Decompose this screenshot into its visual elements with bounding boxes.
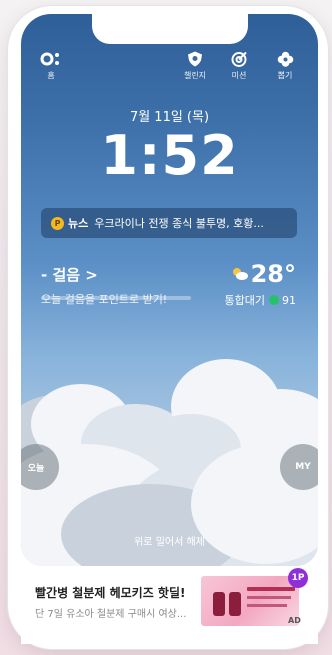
target-icon: [231, 51, 247, 67]
my-button[interactable]: MY: [280, 444, 318, 490]
product-bottle-image: [213, 592, 225, 616]
ad-thumbnail[interactable]: [201, 576, 299, 626]
home-label: 홈: [47, 71, 55, 80]
ad-description: 단 7일 유소아 철분제 구매시 여상...: [35, 609, 187, 620]
notch: [92, 14, 248, 44]
profile-toggle-icon: [40, 52, 59, 66]
mission-label: 미션: [231, 71, 247, 80]
smile-face-icon: [269, 295, 279, 305]
steps-widget[interactable]: - 걸음 > 오늘 걸음을 포인트로 받기!: [41, 264, 167, 307]
air-quality-label: 통합대기: [224, 294, 265, 307]
ad-image-text: [247, 604, 287, 607]
lock-time: 1:52: [100, 124, 239, 187]
air-quality-value: 91: [282, 293, 296, 307]
lock-date: 7월 11일 (목): [129, 110, 210, 125]
news-headline: 우크라이나 전쟁 종식 불투명, 호황...: [94, 217, 264, 230]
ad-image-text: [247, 587, 295, 591]
ad-mark: AD: [288, 616, 301, 625]
lottery-button[interactable]: 뽑기: [267, 50, 303, 81]
point-badge: 1P: [288, 568, 308, 588]
partly-cloudy-icon: [232, 268, 248, 280]
mission-button[interactable]: 미션: [221, 50, 257, 81]
news-ticker[interactable]: P 뉴스 우크라이나 전쟁 종식 불투명, 호황...: [41, 208, 297, 238]
ad-banner[interactable]: 빨간병 철분제 헤모키즈 핫딜! 단 7일 유소아 철분제 구매시 여상... …: [21, 568, 318, 644]
lottery-label: 뽑기: [277, 71, 293, 80]
home-button[interactable]: 홈: [33, 50, 69, 81]
ad-title: 빨간병 철분제 헤모키즈 핫딜!: [35, 586, 186, 600]
clover-icon: [277, 51, 293, 67]
point-coin-icon: P: [51, 216, 64, 230]
news-tag: 뉴스: [68, 217, 89, 230]
challenge-button[interactable]: 챌린지: [177, 50, 213, 81]
lock-screen[interactable]: 홈 챌린지 미션 뽑기 7월 11일 (목) 1:52 P 뉴스 우크라이나 전…: [21, 14, 318, 566]
product-bottle-image: [229, 592, 241, 616]
challenge-label: 챌린지: [183, 71, 207, 80]
top-bar: 홈 챌린지 미션 뽑기: [21, 50, 318, 84]
shield-icon: [188, 51, 202, 67]
steps-progress-bar: [41, 296, 191, 300]
unlock-hint: 위로 밀어서 해제: [134, 537, 205, 548]
steps-title: - 걸음 >: [41, 266, 98, 284]
temperature: 28°: [250, 260, 296, 288]
weather-widget[interactable]: 28° 통합대기 91: [225, 260, 296, 308]
ad-image-text: [247, 596, 291, 599]
